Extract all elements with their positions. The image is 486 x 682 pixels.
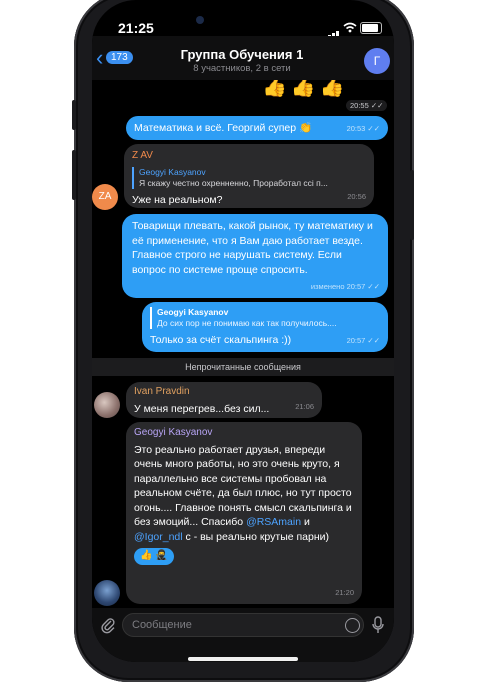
message-time: 21:06 — [295, 401, 314, 411]
battery-icon — [360, 22, 382, 34]
incoming-message[interactable]: Ivan Pravdin У меня перегрев...без сил..… — [126, 382, 322, 418]
side-button — [410, 170, 414, 240]
message-time: 20:57 ✓✓ — [346, 335, 380, 345]
message-list[interactable]: 👍👍👍 20:55 ✓✓ Математика и всё. Георгий с… — [92, 80, 394, 608]
message-composer: Сообщение — [92, 608, 394, 662]
side-button — [72, 150, 76, 200]
chat-header: ‹ 173 Группа Обучения 1 8 участников, 2 … — [92, 36, 394, 80]
message-time: 21:20 — [335, 587, 354, 597]
mention-link[interactable]: @RSAmain — [246, 516, 301, 528]
status-time: 21:25 — [118, 20, 154, 36]
quote-author: Geogyi Kasyanov — [157, 307, 229, 317]
camera-dot — [196, 16, 204, 24]
message-time: 20:53 ✓✓ — [346, 123, 380, 133]
message-text: Математика и всё. Георгий супер 👏 — [134, 122, 313, 134]
message-text: Только за счёт скальпинга :)) — [150, 334, 292, 346]
message-time: 20:55 ✓✓ — [346, 100, 388, 111]
message-time: изменено 20:57 ✓✓ — [310, 281, 380, 291]
sticker-icon[interactable] — [345, 618, 360, 633]
sender-name: Z AV — [132, 150, 153, 161]
chat-subtitle: 8 участников, 2 в сети — [193, 63, 291, 74]
sender-avatar[interactable] — [94, 392, 120, 418]
unread-divider: Непрочитанные сообщения — [92, 358, 394, 376]
quote-author: Geogyi Kasyanov — [139, 166, 206, 177]
phone-screen: 21:25 ‹ 173 Группа Обучения 1 8 участник… — [92, 0, 394, 662]
reactions-badge[interactable]: 👍 🥷 — [134, 548, 174, 565]
back-unread-badge[interactable]: 173 — [106, 51, 133, 64]
message-time: 20:56 — [347, 191, 366, 201]
quote-text: Я скажу честно охренненно, Проработал сс… — [139, 177, 328, 188]
reply-quote[interactable]: Geogyi Kasyanov Я скажу честно охренненн… — [132, 166, 366, 189]
side-button — [72, 100, 76, 130]
back-chevron-icon[interactable]: ‹ — [96, 47, 103, 69]
incoming-message[interactable]: Z AV Geogyi Kasyanov Я скажу честно охре… — [124, 144, 374, 208]
outgoing-message[interactable]: Geogyi Kasyanov До сих пор не понимаю ка… — [142, 302, 388, 352]
sender-avatar[interactable] — [94, 580, 120, 606]
message-text: Товарищи плевать, какой рынок, ту матема… — [132, 220, 373, 276]
incoming-message[interactable]: Geogyi Kasyanov Это реально работает дру… — [126, 422, 362, 604]
message-text: Уже на реальном? — [132, 193, 223, 206]
status-bar: 21:25 — [92, 0, 394, 41]
message-input[interactable]: Сообщение — [122, 613, 364, 637]
outgoing-message[interactable]: Математика и всё. Георгий супер 👏 20:53 … — [126, 116, 388, 140]
sender-name: Ivan Pravdin — [134, 386, 190, 397]
notch — [182, 0, 304, 30]
sender-avatar[interactable]: ZA — [92, 184, 118, 210]
message-text: У меня перегрев...без сил... — [134, 402, 270, 415]
wifi-icon — [343, 22, 357, 33]
partial-sticker-message: 👍👍👍 — [262, 80, 349, 99]
group-avatar[interactable]: Г — [364, 48, 390, 74]
paperclip-icon[interactable] — [100, 616, 116, 634]
chat-title[interactable]: Группа Обучения 1 — [152, 47, 332, 62]
mention-link[interactable]: @Igor_ndl — [134, 531, 183, 543]
emoji-row: 👍👍👍 — [262, 80, 349, 98]
reply-quote[interactable]: Geogyi Kasyanov До сих пор не понимаю ка… — [150, 307, 380, 329]
microphone-icon[interactable] — [372, 616, 384, 634]
outgoing-message[interactable]: Товарищи плевать, какой рынок, ту матема… — [122, 214, 388, 298]
message-text: Это реально работает друзья, впереди оче… — [134, 443, 352, 543]
home-indicator[interactable] — [188, 657, 298, 661]
quote-text: До сих пор не понимаю как так получилось… — [157, 318, 337, 328]
sender-name: Geogyi Kasyanov — [134, 427, 213, 438]
